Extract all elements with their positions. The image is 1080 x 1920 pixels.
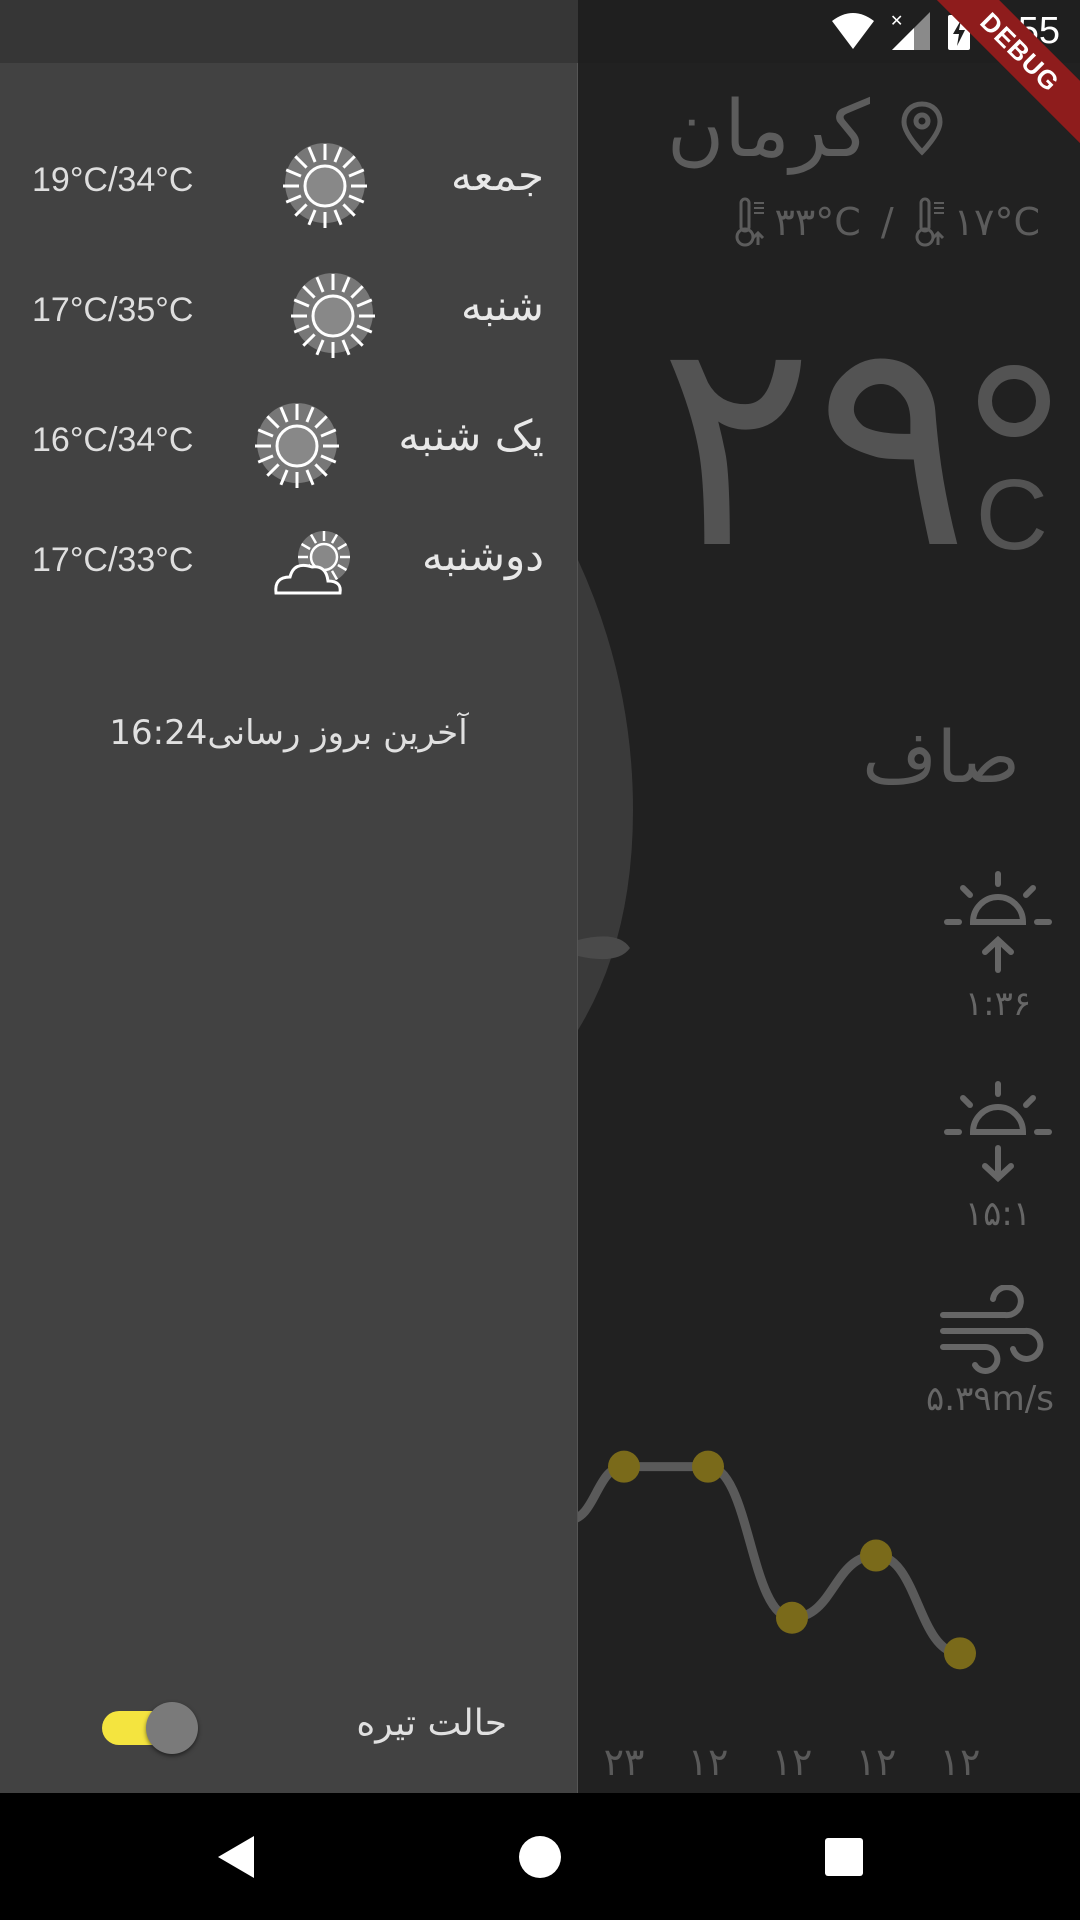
sun-icon [291,273,375,358]
recents-button[interactable] [784,1793,904,1920]
forecast-day: جمعه [450,151,544,200]
location-pin-icon [901,101,943,156]
chart-point [692,1450,724,1483]
chart-x-tick-label: ۱۲ [688,1740,729,1784]
chart-x-tick-label: ۱۲ [856,1740,897,1784]
svg-text:✕: ✕ [890,13,903,30]
status-bar-drawer-overlay [0,0,578,63]
temperature-chart: ۲۳ ۱۲ ۱۲ ۱۲ ۱۲ [578,1450,981,1784]
forecast-row: یک شنبه 16°C/34°C [0,393,577,503]
chart-point [944,1637,976,1670]
sunset-time: ۱۵:۱ [964,1194,1032,1234]
last-update-text: آخرین بروز رسانی16:24 [109,713,468,753]
sunrise-time: ۱:۳۶ [964,984,1032,1024]
partly-cloudy-icon [274,531,350,595]
sun-icon [255,403,339,488]
thermometer-up-icon [735,197,765,247]
chart-point [608,1450,640,1483]
toggle-knob[interactable] [146,1702,198,1754]
wind-metric: ۵.۳۹m/s [910,1284,1070,1419]
navigation-bar [0,1793,1080,1920]
degree-symbol [978,365,1050,437]
sun-icon [283,143,367,228]
wifi-icon [832,13,875,49]
sunrise-icon [944,871,1052,973]
forecast-temp-range: 17°C/35°C [32,291,194,329]
city-name: کرمان [667,85,870,175]
signal-icon: ✕ [890,12,931,50]
chart-line [578,1462,961,1658]
forecast-day: یک شنبه [398,411,544,460]
temp-separator: / [880,200,894,244]
min-temp: ۱۷°C [953,200,1040,244]
chart-point [776,1601,808,1634]
recents-square-icon [825,1837,863,1876]
forecast-row: جمعه 19°C/34°C [0,133,577,243]
chart-x-tick-label: ۲۳ [604,1740,645,1784]
thermometer-up-icon [915,197,944,247]
current-temp: ۲۹ [658,276,970,613]
dark-mode-label: حالت تیره [356,1703,507,1744]
forecast-row: دوشنبه 17°C/33°C [0,513,577,623]
forecast-temp-range: 19°C/34°C [32,161,194,199]
wind-icon [940,1284,1044,1374]
forecast-day: دوشنبه [421,531,544,580]
status-bar: ✕ 8:55 DEBUG [0,0,1080,160]
forecast-row: شنبه 17°C/35°C [0,263,577,373]
weather-condition: صاف [862,715,1020,799]
dark-mode-toggle[interactable] [102,1702,198,1754]
home-button[interactable] [480,1793,600,1920]
home-circle-icon [519,1835,561,1878]
sun-arc-decoration [578,560,633,1030]
sunrise-metric: ۱:۳۶ [938,870,1058,1024]
forecast-temp-range: 16°C/34°C [32,421,194,459]
forecast-temp-range: 17°C/33°C [32,541,194,579]
min-max-temps: ۳۳°C / ۱۷°C [734,195,1040,249]
wind-speed: ۵.۳۹m/s [926,1379,1054,1419]
back-button[interactable] [175,1793,295,1920]
sunset-icon [944,1081,1052,1183]
temp-unit: C [975,459,1048,571]
chart-x-tick-label: ۱۲ [772,1740,813,1784]
chart-x-tick-label: ۱۲ [940,1740,981,1784]
sunset-metric: ۱۵:۱ [938,1080,1058,1234]
max-temp: ۳۳°C [774,200,861,244]
back-triangle-icon [218,1835,254,1878]
forecast-drawer: جمعه 19°C/34°C شنبه 17°C/35°C یک شنبه 16°C/34… [0,63,578,1793]
forecast-day: شنبه [460,281,544,330]
chart-point [860,1539,892,1572]
